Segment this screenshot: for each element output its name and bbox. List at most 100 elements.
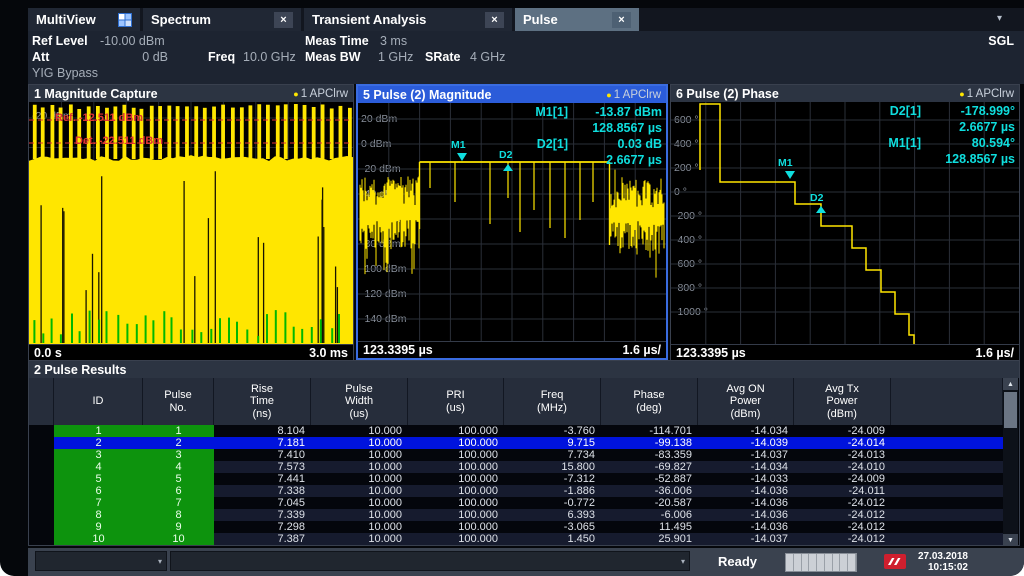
table-cell: -24.013 [794, 449, 891, 461]
scroll-up-icon[interactable]: ▲ [1003, 378, 1018, 390]
column-header[interactable]: ID [54, 378, 143, 425]
table-row[interactable]: 997.29810.000100.000-3.06511.495-14.036-… [29, 521, 1003, 533]
table-cell: 3 [54, 449, 143, 461]
date-label: 27.03.2018 [918, 551, 968, 562]
table-cell: 7.339 [214, 509, 311, 521]
table-row[interactable]: 118.10410.000100.000-3.760-114.701-14.03… [29, 425, 1003, 437]
att-value[interactable]: 0 dB [118, 50, 168, 64]
table-cell: 6.393 [504, 509, 601, 521]
marker-readout-row: D2[1]-178.999° [865, 103, 1015, 119]
column-header[interactable]: Phase (deg) [601, 378, 698, 425]
date-time: 27.03.2018 10:15:02 [918, 551, 968, 573]
table-scrollbar[interactable]: ▲ ▼ [1003, 378, 1018, 546]
status-dropdown-1[interactable]: ▾ [35, 551, 167, 571]
scrollbar-thumb[interactable] [1004, 392, 1017, 428]
column-header[interactable]: Avg Tx Power (dBm) [794, 378, 891, 425]
marker-readout-row: D2[1]0.03 dB [512, 136, 662, 152]
tab-transient-analysis[interactable]: Transient Analysis × [304, 8, 512, 31]
x-start-label: 123.3395 µs [676, 346, 746, 360]
rs-logo-icon [884, 554, 906, 569]
window-titlebar[interactable]: 2 Pulse Results [29, 361, 1019, 378]
table-cell: -14.036 [698, 521, 794, 533]
tab-spectrum[interactable]: Spectrum × [143, 8, 301, 31]
meas-time-value[interactable]: 3 ms [380, 34, 407, 48]
table-row[interactable]: 227.18110.000100.0009.715-99.138-14.039-… [29, 437, 1003, 449]
table-cell: -36.006 [601, 485, 698, 497]
window-titlebar[interactable]: 1 Magnitude Capture ●1 APClrw [29, 85, 353, 102]
table-cell: 9 [54, 521, 143, 533]
table-cell: -24.012 [794, 533, 891, 545]
tab-bar: MultiView Spectrum × Transient Analysis … [28, 8, 1024, 31]
srate-value[interactable]: 4 GHz [470, 50, 505, 64]
freq-value[interactable]: 10.0 GHz [243, 50, 296, 64]
close-icon[interactable]: × [485, 12, 504, 28]
table-cell: -83.359 [601, 449, 698, 461]
table-row[interactable]: 447.57310.000100.00015.800-69.827-14.034… [29, 461, 1003, 473]
pulse-magnitude-plot[interactable]: 20 dBm0 dBm-20 dBm-40 dBm-60 dBm-80 dBm-… [358, 103, 666, 341]
table-row[interactable]: 557.44110.000100.000-7.312-52.887-14.033… [29, 473, 1003, 485]
table-cell: 100.000 [408, 437, 504, 449]
srate-label: SRate [425, 50, 460, 64]
column-header[interactable]: Rise Time (ns) [214, 378, 311, 425]
table-cell: 7.441 [214, 473, 311, 485]
marker-readout-row: M1[1]80.594° [865, 135, 1015, 151]
table-cell: 100.000 [408, 485, 504, 497]
table-cell: -24.010 [794, 461, 891, 473]
table-row[interactable]: 667.33810.000100.000-1.886-36.006-14.036… [29, 485, 1003, 497]
table-cell: -69.827 [601, 461, 698, 473]
window-titlebar[interactable]: 5 Pulse (2) Magnitude ●1 APClrw [358, 86, 666, 103]
table-row[interactable]: 337.41010.000100.0007.734-83.359-14.037-… [29, 449, 1003, 461]
tab-multiview[interactable]: MultiView [28, 8, 140, 31]
marker-readout: M1[1]-13.87 dBm128.8567 µsD2[1]0.03 dB2.… [512, 104, 662, 168]
table-cell [891, 473, 1003, 485]
table-cell: 7.298 [214, 521, 311, 533]
column-header[interactable]: Freq (MHz) [504, 378, 601, 425]
chevron-down-icon[interactable]: ▾ [997, 13, 1002, 24]
table-cell: 7.338 [214, 485, 311, 497]
window-titlebar[interactable]: 6 Pulse (2) Phase ●1 APClrw [671, 85, 1019, 102]
table-cell: 7.573 [214, 461, 311, 473]
marker-m1-flag[interactable]: M1 [451, 139, 466, 151]
table-cell: 100.000 [408, 425, 504, 437]
meas-bw-value[interactable]: 1 GHz [378, 50, 413, 64]
tab-pulse[interactable]: Pulse × [515, 8, 639, 31]
x-axis-strip: 123.3395 µs 1.6 µs/ [671, 344, 1019, 361]
header-filler [891, 378, 1003, 425]
magnitude-capture-plot[interactable]: -20 dBm Ref. -12.511 dBm Det. -22.511 dB… [29, 102, 353, 344]
yig-bypass-label: YIG Bypass [32, 66, 98, 80]
table-cell: 4 [143, 461, 214, 473]
close-icon[interactable]: × [274, 12, 293, 28]
scroll-down-icon[interactable]: ▼ [1003, 534, 1018, 546]
table-cell: 1.450 [504, 533, 601, 545]
window-magnitude-capture[interactable]: 1 Magnitude Capture ●1 APClrw -20 dBm Re… [28, 84, 354, 360]
close-icon[interactable]: × [612, 12, 631, 28]
window-title: 6 Pulse (2) Phase [676, 87, 779, 101]
table-row[interactable]: 10107.38710.000100.0001.45025.901-14.037… [29, 533, 1003, 545]
marker-d2-flag[interactable]: D2 [810, 192, 823, 204]
column-header[interactable]: Pulse No. [143, 378, 214, 425]
table-cell: 2 [143, 437, 214, 449]
table-cell: 100.000 [408, 497, 504, 509]
table-cell: 100.000 [408, 461, 504, 473]
table-row[interactable]: 887.33910.000100.0006.393-6.006-14.036-2… [29, 509, 1003, 521]
ref-level-value[interactable]: -10.00 dBm [100, 34, 165, 48]
pulse-phase-plot[interactable]: 600 °400 °200 °0 °-200 °-400 °-600 °-800… [671, 102, 1019, 344]
table-cell [29, 425, 54, 437]
table-cell: 7 [54, 497, 143, 509]
column-header[interactable]: Pulse Width (us) [311, 378, 408, 425]
table-cell [29, 485, 54, 497]
window-pulse-magnitude[interactable]: 5 Pulse (2) Magnitude ●1 APClrw 20 dBm0 … [356, 84, 668, 360]
column-header[interactable]: Avg ON Power (dBm) [698, 378, 794, 425]
column-header[interactable]: PRI (us) [408, 378, 504, 425]
table-row[interactable]: 777.04510.000100.000-0.772-20.587-14.036… [29, 497, 1003, 509]
marker-d2-flag[interactable]: D2 [499, 149, 512, 161]
status-dropdown-2[interactable]: ▾ [170, 551, 690, 571]
marker-m1-flag[interactable]: M1 [778, 157, 793, 169]
x-scale-label: 1.6 µs/ [976, 346, 1014, 360]
multiview-grid-icon [118, 13, 132, 27]
table-cell: 10.000 [311, 425, 408, 437]
window-pulse-phase[interactable]: 6 Pulse (2) Phase ●1 APClrw 600 °400 °20… [670, 84, 1020, 360]
table-cell: 10.000 [311, 497, 408, 509]
tab-label: Pulse [523, 12, 558, 27]
table-cell: 10.000 [311, 521, 408, 533]
